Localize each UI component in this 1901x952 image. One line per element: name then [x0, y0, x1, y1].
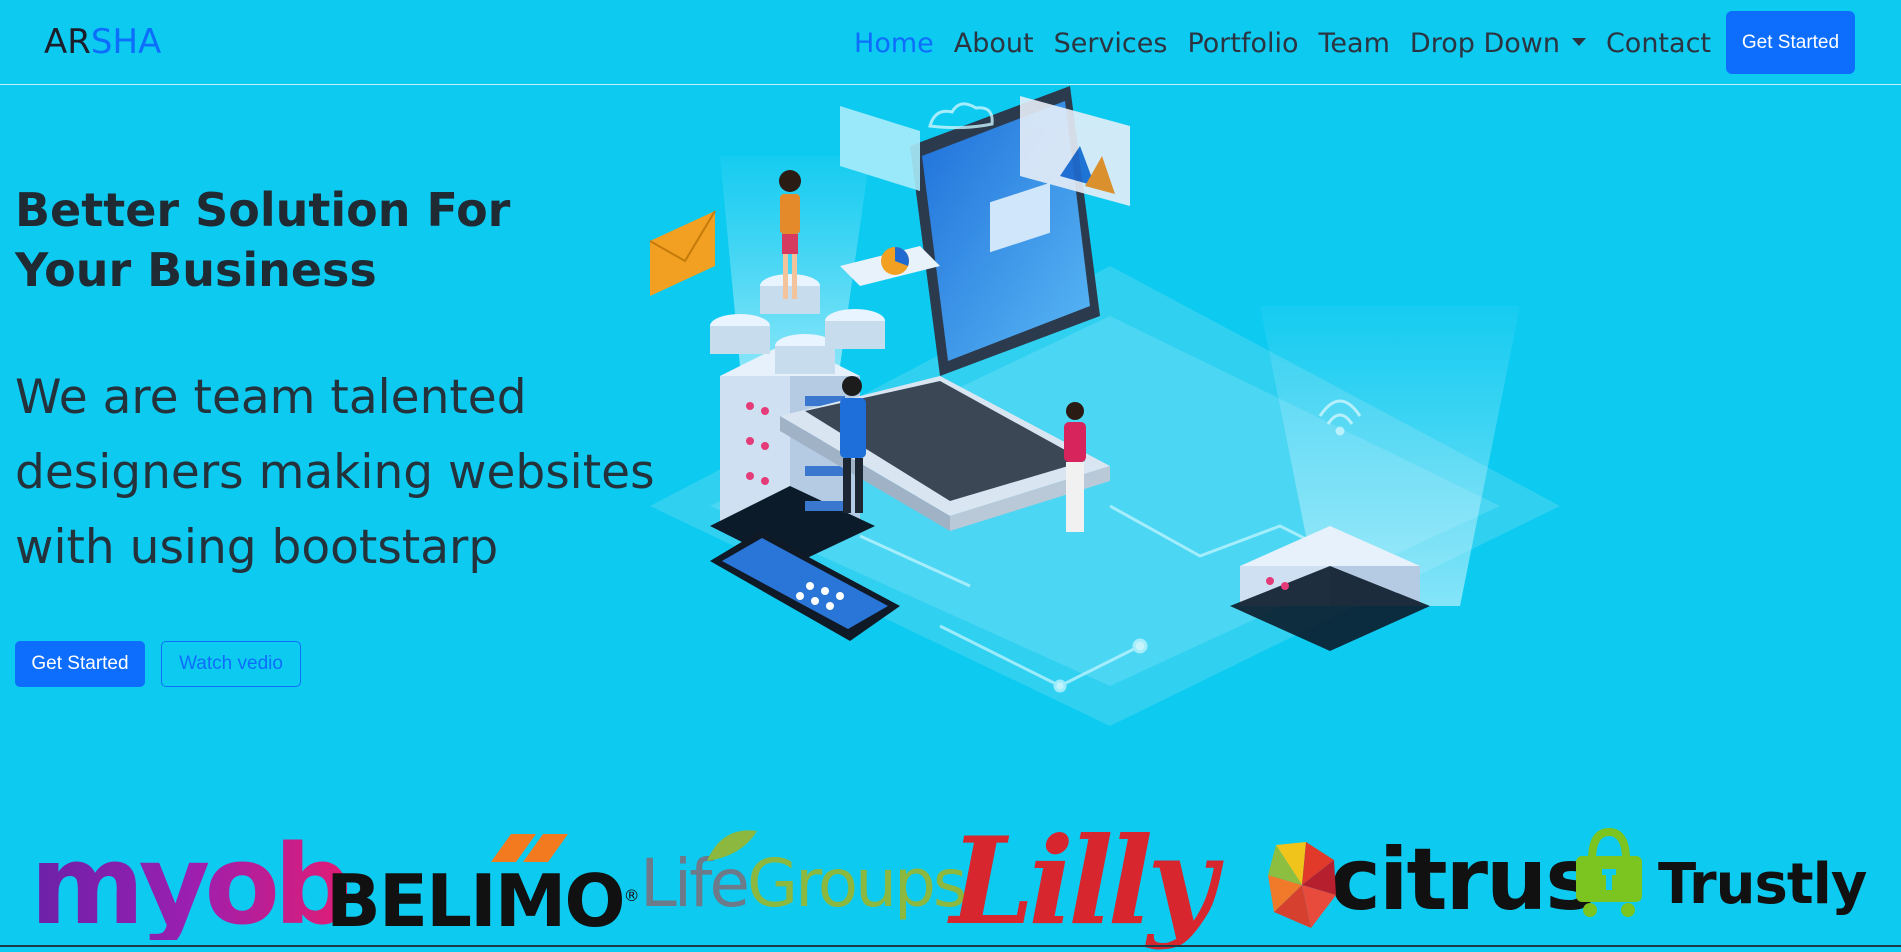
- hero-title: Better Solution For Your Business: [15, 183, 511, 297]
- nav-about[interactable]: About: [944, 24, 1044, 64]
- client-logo-trustly-text: Trustly: [1658, 852, 1867, 917]
- leaf-icon: [707, 830, 757, 861]
- client-logo-trustly: Trustly: [1576, 828, 1867, 920]
- nav-team[interactable]: Team: [1309, 24, 1400, 64]
- client-logo-lifegroups-part-2: Groups: [746, 845, 967, 922]
- nav-dropdown-label: Drop Down: [1409, 28, 1560, 59]
- chevron-down-icon: [1571, 37, 1586, 46]
- watch-video-button[interactable]: Watch vedio: [161, 641, 301, 687]
- shopping-bag-icon: [1576, 828, 1642, 917]
- brand-logo-part-1: AR: [44, 22, 91, 62]
- client-logo-citrus: citrus: [1268, 830, 1596, 930]
- main-nav: Home About Services Portfolio Team Drop …: [844, 24, 1721, 64]
- nav-get-started-button[interactable]: Get Started: [1726, 11, 1855, 74]
- client-logos: myob BELIMO® LifeGroups Lilly citrus Tru…: [0, 810, 1901, 947]
- get-started-button[interactable]: Get Started: [15, 641, 145, 687]
- client-logo-belimo: BELIMO®: [326, 834, 640, 937]
- nav-services[interactable]: Services: [1044, 24, 1178, 64]
- nav-dropdown[interactable]: Drop Down: [1400, 24, 1596, 64]
- client-logo-myob: myob: [30, 821, 353, 949]
- nav-contact[interactable]: Contact: [1596, 24, 1721, 64]
- registered-mark: ®: [623, 886, 640, 905]
- brand-logo[interactable]: ARSHA: [44, 22, 161, 62]
- client-logo-citrus-text: citrus: [1330, 830, 1596, 930]
- belimo-mark-icon: [491, 834, 568, 862]
- client-logo-belimo-text: BELIMO: [326, 859, 626, 943]
- envelope-icon: [649, 210, 716, 296]
- hero-illustration: [649, 86, 1560, 726]
- nav-home[interactable]: Home: [844, 24, 944, 64]
- nav-portfolio[interactable]: Portfolio: [1177, 24, 1308, 64]
- client-logo-lilly: Lilly: [950, 811, 1217, 952]
- top-navbar: ARSHA Home About Services Portfolio Team…: [0, 0, 1901, 85]
- client-logo-lifegroups: LifeGroups: [640, 830, 967, 922]
- brand-logo-part-2: SHA: [90, 22, 162, 62]
- citrus-mark-icon: [1268, 842, 1336, 928]
- hero-subtitle: We are team talented designers making we…: [15, 370, 655, 575]
